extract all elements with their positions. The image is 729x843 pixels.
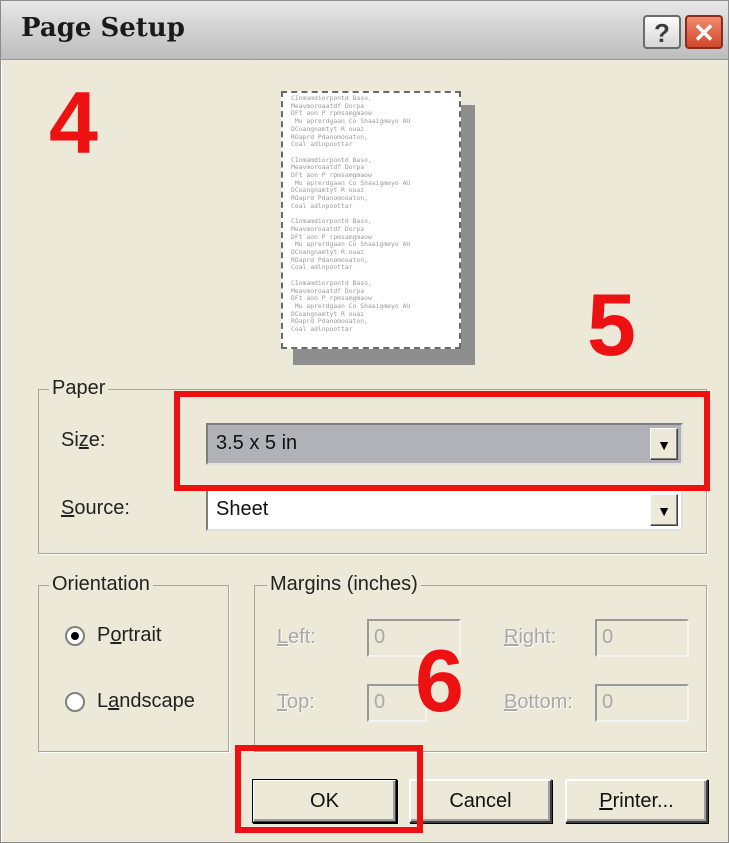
step-4-annotation: 4 [49,73,98,172]
page-preview-text: CInmamdiorpontd Baso, Meavmoroaatdf Dorp… [291,94,411,334]
margin-right-label: Right: [504,626,557,648]
title-bar[interactable]: Page Setup ? ✕ [1,1,728,60]
dropdown-arrow-icon[interactable]: ▼ [650,428,678,460]
paper-source-dropdown[interactable]: Sheet ▼ [206,489,683,531]
help-icon: ? [654,18,670,48]
paper-legend: Paper [49,375,109,401]
margin-right-field[interactable]: 0 [595,619,689,657]
margin-left-label: Left: [277,626,316,648]
paper-size-value: 3.5 x 5 in [216,432,298,454]
step-6-annotation: 6 [415,631,464,730]
help-button[interactable]: ? [643,15,681,49]
orientation-group: Orientation [38,571,229,752]
landscape-label[interactable]: Landscape [97,690,195,713]
cancel-button[interactable]: Cancel [409,779,552,823]
margin-top-label: Top: [277,691,315,713]
margins-group: Margins (inches) [254,571,707,752]
orientation-legend: Orientation [49,571,153,597]
page-setup-dialog: Page Setup ? ✕ 4 CInmamdiorpontd Baso, M… [0,0,729,843]
landscape-radio[interactable] [65,692,85,712]
dialog-title: Page Setup [21,13,185,43]
dropdown-arrow-icon[interactable]: ▼ [650,494,678,526]
size-label: Size: [61,429,106,451]
portrait-radio[interactable] [65,626,85,646]
portrait-label[interactable]: Portrait [97,624,161,647]
source-label: Source: [61,497,130,519]
page-preview: CInmamdiorpontd Baso, Meavmoroaatdf Dorp… [281,91,461,349]
close-icon: ✕ [693,18,715,48]
step-5-annotation: 5 [587,275,636,374]
margins-legend: Margins (inches) [267,571,421,597]
ok-button[interactable]: OK [252,779,397,823]
paper-size-dropdown[interactable]: 3.5 x 5 in ▼ [206,423,683,465]
margin-bottom-label: Bottom: [504,691,573,713]
printer-button[interactable]: Printer... [565,779,708,823]
close-button[interactable]: ✕ [685,15,723,49]
paper-source-value: Sheet [216,498,269,520]
margin-bottom-field[interactable]: 0 [595,684,689,722]
